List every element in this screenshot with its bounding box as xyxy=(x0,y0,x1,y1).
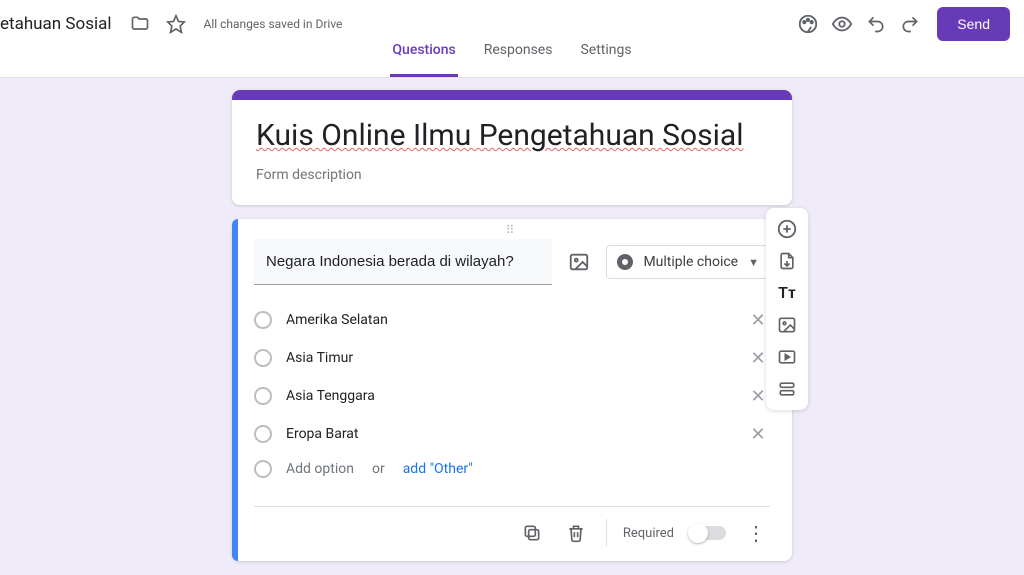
option-label[interactable]: Eropa Barat xyxy=(286,426,732,442)
tab-questions[interactable]: Questions xyxy=(390,42,457,77)
preview-icon[interactable] xyxy=(825,7,859,41)
move-to-folder-icon[interactable] xyxy=(128,12,152,36)
form-description[interactable]: Form description xyxy=(256,167,768,183)
option-label[interactable]: Asia Timur xyxy=(286,350,732,366)
form-canvas: Kuis Online Ilmu Pengetahuan Sosial Form… xyxy=(0,78,1024,561)
tab-responses[interactable]: Responses xyxy=(482,42,555,77)
form-title[interactable]: Kuis Online Ilmu Pengetahuan Sosial xyxy=(256,118,768,153)
add-section-icon[interactable] xyxy=(770,374,804,404)
question-footer: Required ⋮ xyxy=(254,506,770,561)
drag-handle-icon[interactable]: ⠿ xyxy=(232,219,792,239)
required-toggle[interactable] xyxy=(690,526,726,540)
add-other-button[interactable]: add "Other" xyxy=(403,461,473,477)
radio-outline-icon xyxy=(254,387,272,405)
app-bar: etahuan Sosial All changes saved in Driv… xyxy=(0,0,1024,42)
question-type-label: Multiple choice xyxy=(643,254,738,270)
duplicate-icon[interactable] xyxy=(518,519,546,547)
or-separator: or xyxy=(372,461,385,477)
chevron-down-icon: ▼ xyxy=(748,256,759,269)
undo-icon[interactable] xyxy=(859,7,893,41)
save-status: All changes saved in Drive xyxy=(204,17,343,31)
add-image-icon[interactable] xyxy=(770,310,804,340)
option-row[interactable]: Asia Timur ✕ xyxy=(254,339,770,377)
add-title-icon[interactable]: Tᴛ xyxy=(770,278,804,308)
question-type-dropdown[interactable]: Multiple choice ▼ xyxy=(606,245,770,279)
add-option-button[interactable]: Add option xyxy=(286,461,354,477)
options-list: Amerika Selatan ✕ Asia Timur ✕ Asia Teng… xyxy=(232,291,792,498)
send-button[interactable]: Send xyxy=(937,7,1010,41)
radio-outline-icon xyxy=(254,425,272,443)
option-label[interactable]: Asia Tenggara xyxy=(286,388,732,404)
import-questions-icon[interactable] xyxy=(770,246,804,276)
add-video-icon[interactable] xyxy=(770,342,804,372)
delete-icon[interactable] xyxy=(562,519,590,547)
divider xyxy=(606,519,607,547)
radio-outline-icon xyxy=(254,311,272,329)
tabs: Questions Responses Settings xyxy=(0,42,1024,78)
doc-title[interactable]: etahuan Sosial xyxy=(0,14,122,34)
customize-theme-icon[interactable] xyxy=(791,7,825,41)
floating-toolbar: Tᴛ xyxy=(766,208,808,410)
required-label: Required xyxy=(623,526,674,541)
option-row[interactable]: Amerika Selatan ✕ xyxy=(254,301,770,339)
active-indicator xyxy=(232,219,238,561)
remove-option-icon[interactable]: ✕ xyxy=(746,422,770,446)
add-image-icon[interactable] xyxy=(566,249,592,275)
more-options-icon[interactable]: ⋮ xyxy=(742,521,770,545)
option-row[interactable]: Eropa Barat ✕ xyxy=(254,415,770,453)
radio-icon xyxy=(617,254,633,270)
add-option-row: Add option or add "Other" xyxy=(254,453,770,494)
tab-settings[interactable]: Settings xyxy=(578,42,633,77)
radio-outline-icon xyxy=(254,349,272,367)
add-question-icon[interactable] xyxy=(770,214,804,244)
redo-icon[interactable] xyxy=(893,7,927,41)
question-card[interactable]: ⠿ Multiple choice ▼ Amerika Selatan ✕ As… xyxy=(232,219,792,561)
option-label[interactable]: Amerika Selatan xyxy=(286,312,732,328)
title-accent-bar xyxy=(232,90,792,100)
option-row[interactable]: Asia Tenggara ✕ xyxy=(254,377,770,415)
star-icon[interactable] xyxy=(164,12,188,36)
radio-outline-icon xyxy=(254,460,272,478)
form-title-card[interactable]: Kuis Online Ilmu Pengetahuan Sosial Form… xyxy=(232,90,792,205)
question-text-input[interactable] xyxy=(254,239,552,285)
